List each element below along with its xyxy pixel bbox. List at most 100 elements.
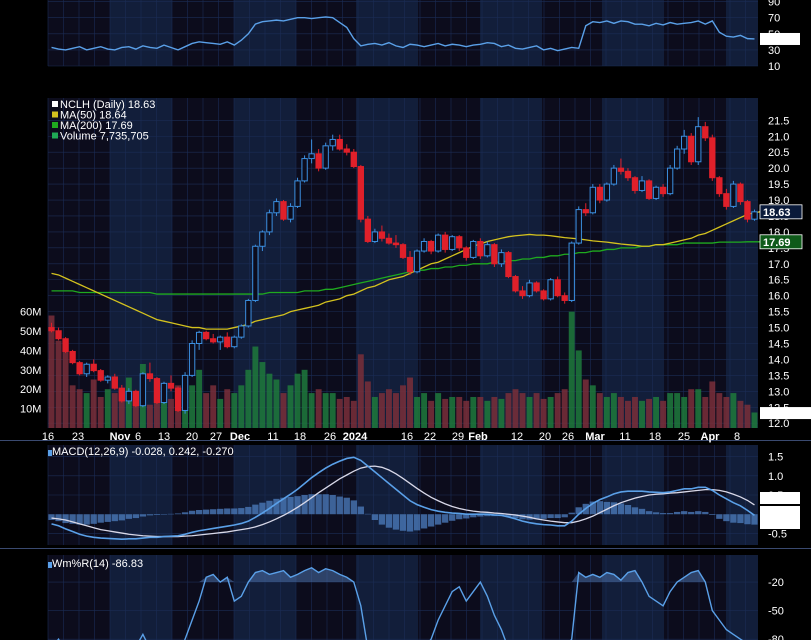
x-axis-label: Nov (110, 431, 132, 443)
candle-body (195, 331, 203, 345)
volume-bar (660, 400, 667, 428)
candle-body (751, 211, 758, 220)
macd-histogram-bar (97, 514, 104, 523)
candle-body (357, 166, 364, 220)
candle-body (399, 244, 407, 258)
x-axis-label: 6 (135, 431, 141, 443)
candle-body (76, 362, 83, 375)
candle-body (83, 363, 90, 375)
macd-histogram-bar (744, 514, 751, 525)
volume-bar (400, 385, 406, 428)
macd-histogram-bar (540, 514, 547, 519)
macd-histogram-bar (427, 514, 435, 527)
volume-bar (90, 379, 97, 428)
candle-body (554, 279, 561, 297)
candle-body (505, 252, 512, 278)
legend-entry: Volume 7,735,705 (60, 131, 149, 143)
candle-body (118, 387, 125, 402)
candle-body (90, 363, 97, 372)
candle-body (139, 373, 147, 407)
wr-legend: Wm%R(14) -86.83 (52, 558, 143, 570)
candle-body (210, 338, 217, 343)
candle-body (519, 290, 526, 297)
x-axis-label: 8 (734, 431, 740, 443)
candle-body (146, 373, 154, 380)
candle-body (638, 180, 646, 191)
pane-band (726, 98, 758, 428)
macd-tick-label: 1.5 (768, 452, 783, 464)
macd-histogram-bar (716, 514, 723, 519)
candle-body (582, 209, 589, 214)
volume-last-tag: 7735705 (762, 408, 805, 420)
price-tick-label: 21.0 (768, 131, 789, 143)
volume-bar (442, 398, 449, 428)
candle-body (645, 180, 653, 199)
ma200-tag: 17.69 (763, 237, 791, 249)
volume-bar (688, 389, 695, 428)
candle-body (406, 256, 414, 273)
pane-band (296, 555, 356, 640)
volume-bar (407, 377, 413, 428)
macd-histogram-bar (378, 514, 386, 525)
candle-body (624, 170, 632, 179)
candle-body (652, 186, 660, 199)
candle-body (744, 201, 751, 220)
macd-histogram-bar (90, 514, 97, 524)
macd-histogram-bar (666, 513, 674, 515)
macd-histogram-bar (153, 514, 161, 515)
volume-bar (421, 393, 428, 428)
chart-svg: 907050301043.5721.521.020.520.019.519.01… (0, 0, 811, 640)
candle-body (702, 126, 709, 139)
volume-tick-label: 60M (20, 307, 41, 319)
volume-bar (751, 412, 758, 428)
macd-legend: MACD(12,26,9) -0.028, 0.242, -0.270 (52, 446, 234, 458)
macd-histogram-bar (203, 509, 210, 515)
candle-body (308, 153, 315, 160)
candle-body (104, 376, 111, 381)
volume-bar (97, 396, 104, 428)
volume-bar (224, 389, 231, 428)
candle-body (681, 135, 688, 150)
macd-histogram-bar (188, 510, 196, 515)
volume-bar (498, 398, 505, 428)
volume-bar (259, 362, 266, 428)
x-axis-label: 20 (539, 431, 551, 443)
x-axis-label: 11 (267, 431, 278, 443)
price-tick-label: 20.5 (768, 147, 789, 159)
macd-histogram-bar (638, 508, 646, 515)
price-tick-label: 15.0 (768, 323, 789, 335)
volume-tick-label: 30M (20, 365, 41, 377)
pane-band (602, 555, 664, 640)
volume-bar (603, 396, 610, 428)
candle-body (97, 370, 104, 381)
candle-body (259, 231, 266, 247)
volume-bar (716, 393, 723, 428)
volume-bar (435, 393, 442, 428)
rsi-tick-label: 30 (768, 45, 780, 57)
macd-histogram-bar (695, 511, 702, 515)
macd-histogram-bar (652, 512, 660, 515)
volume-bar (617, 396, 624, 428)
macd-histogram-bar (55, 514, 62, 522)
macd-histogram-bar (146, 514, 154, 516)
macd-histogram-bar (231, 508, 238, 515)
macd-histogram-bar (252, 504, 259, 515)
volume-bar (294, 373, 301, 428)
volume-bar (568, 311, 575, 428)
volume-bar (610, 393, 617, 428)
candle-body (336, 138, 343, 150)
volume-bar (273, 379, 280, 428)
volume-bar (238, 385, 245, 428)
candle-body (48, 327, 55, 332)
volume-bar (505, 393, 512, 428)
macd-histogram-bar (210, 509, 217, 515)
volume-bar (709, 381, 716, 428)
candle-body (610, 167, 618, 185)
wr-tick-label: -50 (768, 606, 784, 618)
legend-swatch (52, 101, 58, 107)
x-axis-label: 2024 (343, 431, 368, 443)
volume-tick-label: 50M (20, 326, 41, 338)
macd-histogram-bar (238, 508, 245, 515)
volume-bar (491, 396, 498, 428)
candle-body (484, 244, 491, 257)
